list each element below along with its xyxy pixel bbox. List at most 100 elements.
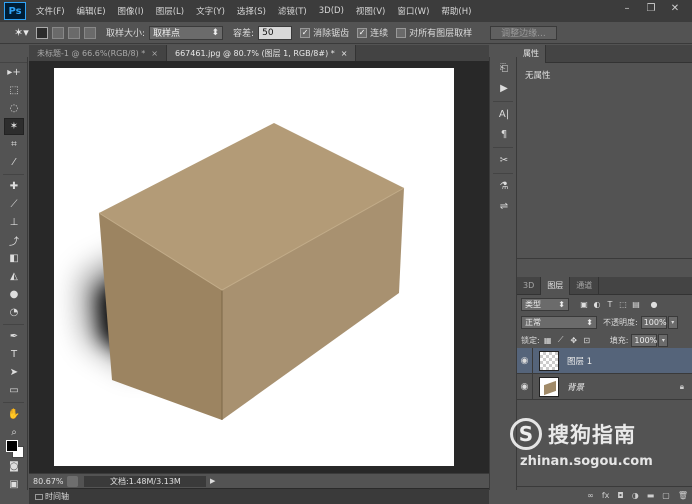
lock-paint-icon[interactable]: ⟋ xyxy=(556,335,566,345)
sample-all-layers-checkbox[interactable] xyxy=(396,27,407,38)
new-selection-icon[interactable] xyxy=(36,26,48,39)
zoom-level[interactable]: 80.67% xyxy=(33,477,67,486)
brush-tool-icon[interactable]: ⟋ xyxy=(4,196,24,213)
visibility-eye-icon[interactable]: ◉ xyxy=(517,347,533,374)
filter-adjust-icon[interactable]: ◐ xyxy=(592,299,602,309)
filter-shape-icon[interactable]: ⬚ xyxy=(618,299,628,309)
character-panel-icon[interactable]: A| xyxy=(494,106,514,123)
actions-panel-icon[interactable]: ▶ xyxy=(494,80,514,97)
adjustments-icon[interactable]: ⇌ xyxy=(494,198,514,215)
paragraph-panel-icon[interactable]: ¶ xyxy=(494,126,514,143)
menu-view[interactable]: 视图(V) xyxy=(356,5,385,17)
lock-all-icon[interactable]: ⊡ xyxy=(582,335,592,345)
tab-layers[interactable]: 图层 xyxy=(541,276,571,295)
add-selection-icon[interactable] xyxy=(52,26,64,39)
tab-3d[interactable]: 3D xyxy=(517,276,542,295)
tab-properties[interactable]: 属性 xyxy=(517,44,546,63)
fill-input[interactable]: 100% xyxy=(631,333,658,347)
close-button[interactable]: ✕ xyxy=(666,2,684,16)
screen-mode-icon[interactable]: ▣ xyxy=(4,476,24,493)
eraser-tool-icon[interactable]: ◧ xyxy=(4,250,24,267)
path-selection-icon[interactable]: ➤ xyxy=(4,364,24,381)
fx-icon[interactable]: fx xyxy=(602,491,610,500)
image-canvas[interactable] xyxy=(54,68,454,466)
paint-bucket-icon[interactable]: ◭ xyxy=(4,268,24,285)
panel-dock-icons: ⎗ ▶ A| ¶ ✂ ⚗ ⇌ xyxy=(489,57,517,490)
folder-icon[interactable]: ▬ xyxy=(647,491,655,500)
blend-mode-select[interactable]: 正常 ⬍ xyxy=(521,315,597,329)
subtract-selection-icon[interactable] xyxy=(68,26,80,39)
marquee-tool-icon[interactable]: ⬚ xyxy=(4,82,24,99)
opacity-arrow-icon[interactable]: ▾ xyxy=(667,315,678,329)
layer-row-background[interactable]: ◉ 背景 🔒︎ xyxy=(517,373,692,400)
history-brush-icon[interactable]: ⤴ xyxy=(4,232,24,249)
layer-name[interactable]: 图层 1 xyxy=(567,355,592,367)
menu-file[interactable]: 文件(F) xyxy=(36,5,65,17)
menu-edit[interactable]: 编辑(E) xyxy=(77,5,106,17)
pen-tool-icon[interactable]: ✒ xyxy=(4,328,24,345)
restore-button[interactable]: ❐ xyxy=(642,2,660,16)
layer-name[interactable]: 背景 xyxy=(567,381,584,393)
new-layer-icon[interactable]: ▢ xyxy=(662,491,670,500)
lock-transparent-icon[interactable]: ▦ xyxy=(543,335,553,345)
menu-window[interactable]: 窗口(W) xyxy=(397,5,429,17)
timeline-panel-tab[interactable]: 时间轴 xyxy=(29,488,489,504)
crop-tool-icon[interactable]: ⌗ xyxy=(4,136,24,153)
menu-3d[interactable]: 3D(D) xyxy=(319,6,344,16)
refine-edge-button[interactable]: 调整边缘... xyxy=(490,25,557,40)
antialias-checkbox[interactable]: ✓ xyxy=(300,27,311,38)
clone-stamp-icon[interactable]: ⊥ xyxy=(4,214,24,231)
contiguous-checkbox[interactable]: ✓ xyxy=(357,27,368,38)
menu-select[interactable]: 选择(S) xyxy=(237,5,266,17)
close-icon[interactable]: × xyxy=(341,49,348,58)
zoom-tool-icon[interactable]: ⌕ xyxy=(4,424,24,441)
status-info-icon[interactable] xyxy=(67,475,78,487)
opacity-input[interactable]: 100% xyxy=(640,315,667,329)
eyedropper-tool-icon[interactable]: ⁄ xyxy=(4,154,24,171)
menu-image[interactable]: 图像(I) xyxy=(118,5,144,17)
layer-filter-select[interactable]: 类型 ⬍ xyxy=(521,297,569,311)
filter-smart-icon[interactable]: ▤ xyxy=(631,299,641,309)
lasso-tool-icon[interactable]: ◌ xyxy=(4,100,24,117)
layers-panel-tabs: 3D 图层 通道 xyxy=(517,276,692,295)
tab-channels[interactable]: 通道 xyxy=(570,276,600,295)
trash-icon[interactable]: 🗑︎ xyxy=(678,491,688,500)
quick-mask-icon[interactable]: ◙ xyxy=(4,458,24,475)
fill-arrow-icon[interactable]: ▾ xyxy=(658,333,669,347)
sample-size-select[interactable]: 取样点 ⬍ xyxy=(149,25,224,40)
filter-toggle-icon[interactable]: ● xyxy=(649,299,659,309)
menu-type[interactable]: 文字(Y) xyxy=(196,5,225,17)
minimize-button[interactable]: – xyxy=(618,2,636,16)
mask-icon[interactable]: ◘ xyxy=(617,491,623,500)
foreground-color-swatch[interactable] xyxy=(6,440,18,452)
filter-type-icon[interactable]: T xyxy=(605,299,615,309)
lock-move-icon[interactable]: ✥ xyxy=(569,335,579,345)
filter-pixel-icon[interactable]: ▣ xyxy=(579,299,589,309)
brush-presets-icon[interactable]: ⚗ xyxy=(494,178,514,195)
magic-wand-tool-icon[interactable]: ✶ xyxy=(4,118,24,135)
close-icon[interactable]: × xyxy=(151,49,158,58)
panel-grip[interactable] xyxy=(0,57,27,63)
move-tool-icon[interactable]: ▸+ xyxy=(4,64,24,81)
menu-filter[interactable]: 滤镜(T) xyxy=(278,5,307,17)
menu-layer[interactable]: 图层(L) xyxy=(156,5,184,17)
tab-untitled[interactable]: 未标题-1 @ 66.6%(RGB/8) * × xyxy=(29,45,167,61)
history-panel-icon[interactable]: ⎗ xyxy=(494,60,514,77)
link-icon[interactable]: ∞ xyxy=(587,491,594,500)
intersect-selection-icon[interactable] xyxy=(84,26,96,39)
shape-tool-icon[interactable]: ▭ xyxy=(4,382,24,399)
blur-tool-icon[interactable]: ● xyxy=(4,286,24,303)
layer-row-layer1[interactable]: ◉ 图层 1 xyxy=(517,347,692,374)
tool-presets-icon[interactable]: ✂ xyxy=(494,152,514,169)
magic-wand-icon[interactable]: ✶▾ xyxy=(14,26,32,39)
tolerance-input[interactable]: 50 xyxy=(258,25,293,40)
adjustment-icon[interactable]: ◑ xyxy=(632,491,639,500)
tab-667461[interactable]: 667461.jpg @ 80.7% (图层 1, RGB/8#) * × xyxy=(167,45,357,61)
healing-brush-icon[interactable]: ✚ xyxy=(4,178,24,195)
dodge-tool-icon[interactable]: ◔ xyxy=(4,304,24,321)
visibility-eye-icon[interactable]: ◉ xyxy=(517,373,533,400)
type-tool-icon[interactable]: T xyxy=(4,346,24,363)
hand-tool-icon[interactable]: ✋ xyxy=(4,406,24,423)
status-menu-arrow-icon[interactable]: ▶ xyxy=(210,477,215,485)
menu-help[interactable]: 帮助(H) xyxy=(441,5,471,17)
